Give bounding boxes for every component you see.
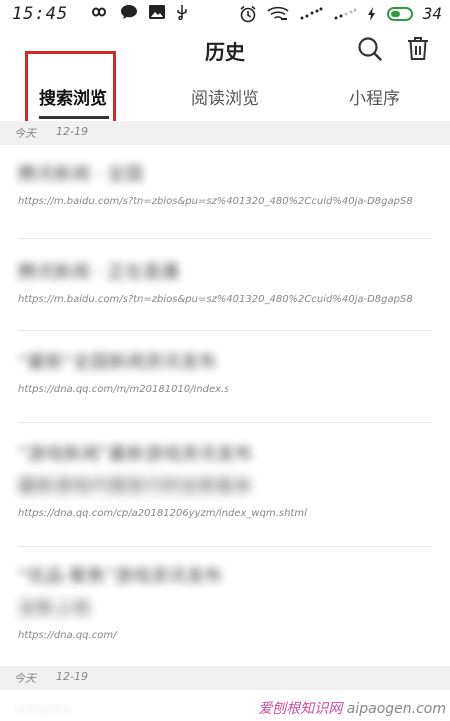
watermark-domain: aipaogen.com (346, 701, 446, 717)
battery-level: 34 (422, 4, 442, 23)
section-day: 今天 (14, 127, 36, 140)
history-item[interactable]: 腾讯新闻 · 正在直播 https://m.baidu.com/s?tn=zbi… (18, 258, 438, 305)
wifi-icon (267, 6, 289, 20)
divider (18, 238, 432, 239)
status-right-icons: 34 (239, 4, 442, 23)
status-left-icons (88, 4, 188, 20)
history-item-title: 腾讯新闻 · 全国 (18, 164, 144, 185)
trash-icon (408, 37, 428, 60)
usb-icon (177, 5, 187, 20)
watermark: 爱刨根知识网 aipaogen.com (258, 698, 446, 718)
alarm-icon (240, 5, 256, 22)
signal-1-icon (300, 7, 323, 19)
history-item-url: https://m.baidu.com/s?tn=zbios&pu=sz%401… (18, 294, 413, 305)
section-day: 今天 (14, 672, 36, 685)
image-icon (149, 5, 165, 19)
status-time: 15:45 (12, 4, 69, 24)
status-bar: 15:45 34 (0, 0, 450, 28)
history-item-url: https://dna.qq.com/cp/a20181206yyzm/inde… (18, 508, 307, 519)
history-item-title: 腾讯新闻 · 正在直播 (18, 262, 180, 283)
history-item[interactable]: “游戏新闻”最新游戏资讯发布 最新游戏代理发行的全新版本 https://dna… (18, 440, 438, 519)
history-item-title: “游戏新闻”最新游戏资讯发布 (18, 444, 253, 465)
battery-icon (386, 6, 413, 21)
divider (18, 546, 432, 547)
history-item-title: “优品·聚焦”游戏资讯发布 (18, 566, 223, 587)
history-item-title-partial: · · · · · (18, 700, 70, 721)
date-section-header: 今天 12-19 (0, 666, 450, 690)
watermark-text: 爱刨根知识网 (258, 701, 343, 717)
divider (18, 330, 432, 331)
history-item-title: “最新”全国新闻资讯发布 (18, 352, 217, 373)
search-icon (358, 37, 382, 61)
history-item[interactable]: “优品·聚焦”游戏资讯发布 全新上线 https://dna.qq.com/ (18, 562, 438, 641)
history-item[interactable]: “最新”全国新闻资讯发布 https://dna.qq.com/m/m20181… (18, 348, 438, 395)
section-date: 12-19 (56, 670, 88, 683)
charging-icon (367, 6, 375, 21)
signal-2-icon (334, 8, 357, 19)
date-section-header: 今天 12-19 (0, 121, 450, 145)
chat-icon (121, 5, 137, 19)
tab-mini-programs[interactable]: 小程序 (349, 84, 400, 109)
delete-button[interactable] (406, 36, 430, 62)
tab-reading-history[interactable]: 阅读浏览 (191, 84, 259, 109)
history-item-title-line2: 全新上线 (18, 598, 90, 619)
divider (18, 422, 432, 423)
infinity-icon (91, 7, 107, 17)
history-item[interactable]: 腾讯新闻 · 全国 https://m.baidu.com/s?tn=zbios… (18, 160, 438, 207)
section-date: 12-19 (56, 125, 88, 138)
history-item-url: https://m.baidu.com/s?tn=zbios&pu=sz%401… (18, 196, 413, 207)
search-button[interactable] (357, 36, 383, 62)
history-item-title-line2: 最新游戏代理发行的全新版本 (18, 476, 252, 497)
history-item-url: https://dna.qq.com/ (18, 630, 117, 641)
history-item-url: https://dna.qq.com/m/m20181010/index.sht… (18, 384, 228, 395)
